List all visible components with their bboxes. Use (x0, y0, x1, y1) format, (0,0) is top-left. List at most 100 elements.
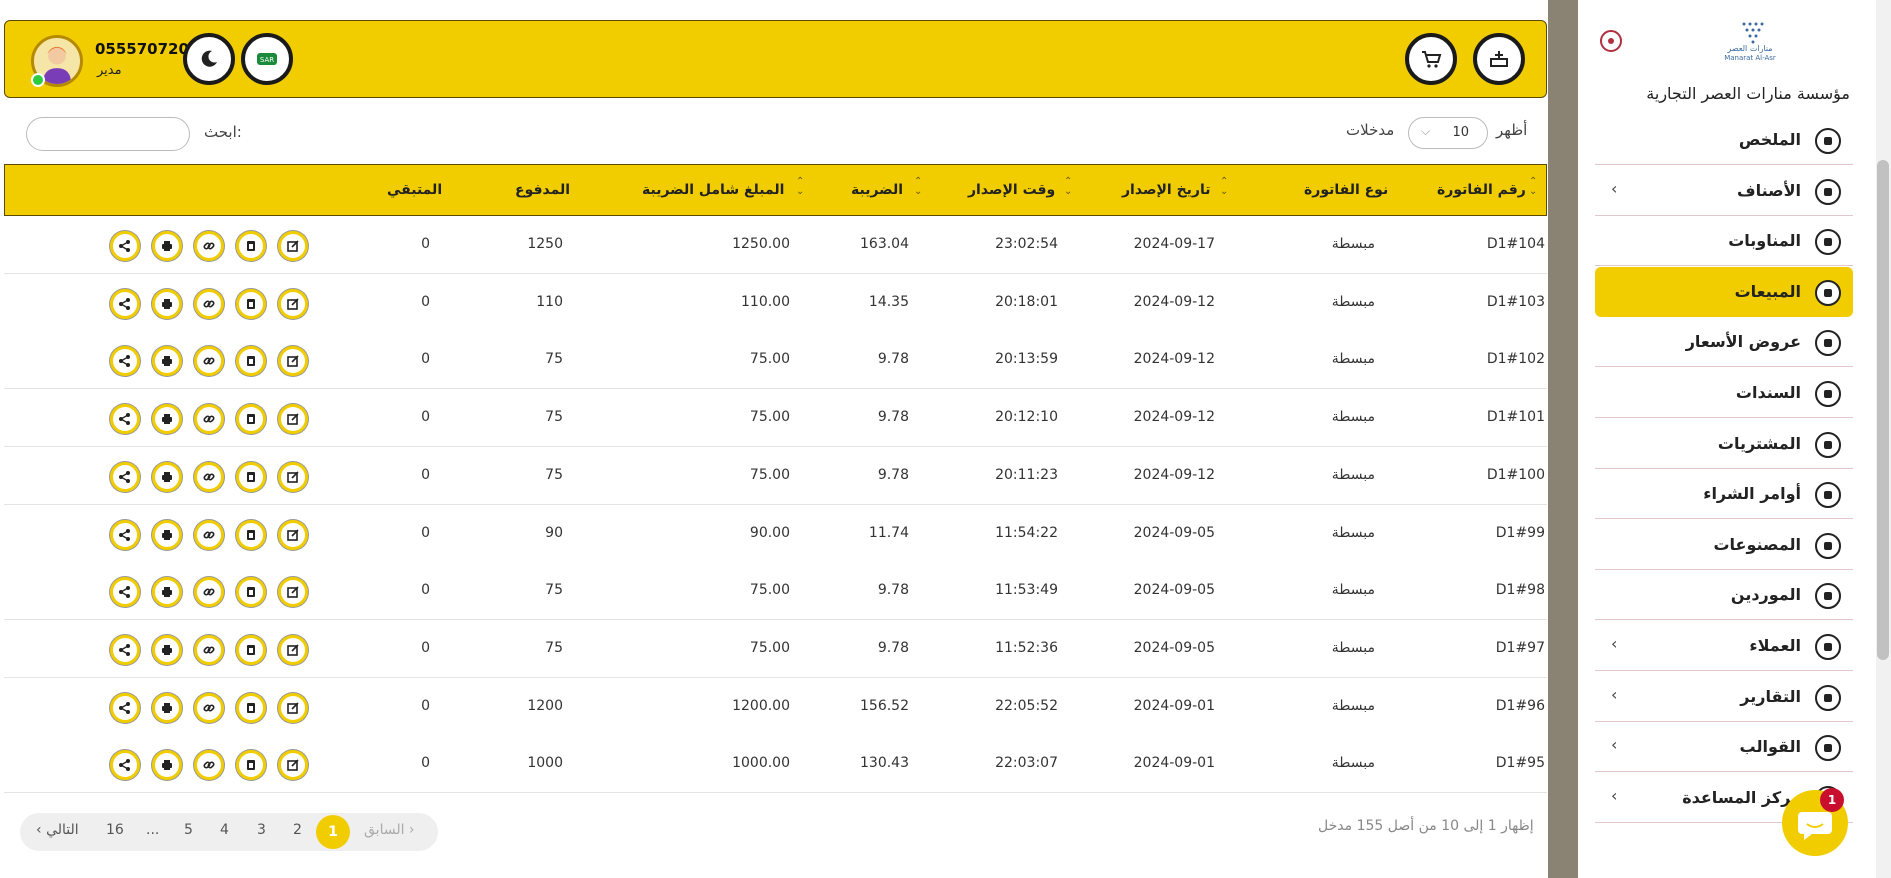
print-button[interactable] (152, 288, 182, 319)
sidebar-item-0[interactable]: الملخص (1595, 115, 1853, 165)
link-button[interactable] (194, 634, 224, 665)
link-button[interactable] (194, 692, 224, 723)
header-issue-time[interactable]: وقت الإصدار (968, 182, 1055, 198)
copy-button[interactable] (236, 404, 266, 435)
header-invoice-no[interactable]: رقم الفاتورة (1437, 182, 1526, 198)
print-button[interactable] (152, 692, 182, 723)
link-button[interactable] (194, 461, 224, 492)
sidebar-item-6[interactable]: المشتريات (1595, 419, 1853, 469)
page-3[interactable]: 3 (257, 822, 266, 838)
sort-icon[interactable]: ⌃ ⌄ (796, 177, 804, 197)
share-button[interactable] (110, 288, 140, 319)
copy-button[interactable] (236, 577, 266, 608)
entries-select[interactable]: 10 ⌵ (1408, 117, 1488, 149)
table-row[interactable]: D1#101 مبسطة 2024-09-12 20:12:10 9.78 75.00 75… (4, 389, 1547, 448)
print-button[interactable] (152, 231, 182, 261)
print-button[interactable] (152, 577, 182, 608)
copy-button[interactable] (236, 634, 266, 665)
edit-button[interactable] (278, 577, 308, 608)
page-2[interactable]: 2 (293, 822, 302, 838)
header-tax[interactable]: الضريبة (851, 182, 903, 198)
sort-icon[interactable]: ⌃ ⌄ (1529, 177, 1537, 197)
sidebar-item-2[interactable]: المناوبات (1595, 216, 1853, 267)
edit-button[interactable] (278, 288, 308, 319)
copy-button[interactable] (236, 461, 266, 492)
page-4[interactable]: 4 (220, 822, 229, 838)
link-button[interactable] (194, 346, 224, 377)
edit-button[interactable] (278, 692, 308, 723)
share-button[interactable] (110, 346, 140, 377)
sort-icon[interactable]: ⌃ ⌄ (1220, 177, 1228, 197)
header-invoice-type[interactable]: نوع الفاتورة (1304, 182, 1388, 198)
link-button[interactable] (194, 288, 224, 319)
print-button[interactable] (152, 404, 182, 435)
link-button[interactable] (194, 577, 224, 608)
sidebar-item-5[interactable]: السندات (1595, 368, 1853, 418)
sidebar-item-12[interactable]: القوالب ‹ (1595, 722, 1853, 773)
copy-button[interactable] (236, 750, 266, 781)
edit-button[interactable] (278, 519, 308, 550)
table-row[interactable]: D1#95 مبسطة 2024-09-01 22:03:07 130.43 1000.0… (4, 735, 1547, 794)
header-total-with-tax[interactable]: المبلغ شامل الضريبة (642, 182, 784, 198)
sidebar-item-8[interactable]: المصنوعات (1595, 520, 1853, 570)
dark-mode-button[interactable] (183, 33, 235, 85)
table-row[interactable]: D1#103 مبسطة 2024-09-12 20:18:01 14.35 110.00… (4, 273, 1547, 332)
print-button[interactable] (152, 750, 182, 781)
copy-button[interactable] (236, 346, 266, 377)
table-row[interactable]: D1#99 مبسطة 2024-09-05 11:54:22 11.74 90.00 90… (4, 504, 1547, 563)
link-button[interactable] (194, 231, 224, 261)
print-button[interactable] (152, 346, 182, 377)
page-16[interactable]: 16 (106, 822, 124, 838)
link-button[interactable] (194, 404, 224, 435)
scrollbar-thumb[interactable] (1877, 160, 1889, 660)
page-5[interactable]: 5 (184, 822, 193, 838)
table-row[interactable]: D1#97 مبسطة 2024-09-05 11:52:36 9.78 75.00 75 0 (4, 619, 1547, 678)
sort-icon[interactable]: ⌃ ⌄ (914, 177, 922, 197)
pos-button[interactable] (1473, 33, 1525, 85)
share-button[interactable] (110, 404, 140, 435)
share-button[interactable] (110, 577, 140, 608)
close-sidebar-icon[interactable] (1600, 30, 1622, 52)
edit-button[interactable] (278, 231, 308, 261)
share-button[interactable] (110, 692, 140, 723)
next-page-button[interactable]: ‹ التالي (36, 822, 79, 838)
print-button[interactable] (152, 519, 182, 550)
print-button[interactable] (152, 461, 182, 492)
copy-button[interactable] (236, 288, 266, 319)
share-button[interactable] (110, 231, 140, 261)
prev-page-button[interactable]: السابق › (364, 822, 415, 838)
sidebar-item-11[interactable]: التقارير ‹ (1595, 672, 1853, 722)
share-button[interactable] (110, 750, 140, 781)
edit-button[interactable] (278, 634, 308, 665)
share-button[interactable] (110, 519, 140, 550)
edit-button[interactable] (278, 404, 308, 435)
sort-icon[interactable]: ⌃ ⌄ (1064, 177, 1072, 197)
edit-button[interactable] (278, 346, 308, 377)
sidebar-item-3[interactable]: المبيعات (1595, 266, 1853, 317)
page-1-current[interactable]: 1 (316, 815, 350, 849)
header-paid[interactable]: المدفوع (515, 182, 570, 198)
edit-button[interactable] (278, 461, 308, 492)
sidebar-item-7[interactable]: أوامر الشراء (1595, 469, 1853, 520)
header-issue-date[interactable]: تاريخ الإصدار (1122, 182, 1211, 198)
sidebar-item-9[interactable]: الموردين (1595, 570, 1853, 621)
table-row[interactable]: D1#100 مبسطة 2024-09-12 20:11:23 9.78 75.00 75… (4, 446, 1547, 505)
currency-button[interactable]: SAR (241, 33, 293, 85)
table-row[interactable]: D1#98 مبسطة 2024-09-05 11:53:49 9.78 75.00 75 0 (4, 562, 1547, 621)
copy-button[interactable] (236, 519, 266, 550)
copy-button[interactable] (236, 231, 266, 261)
header-remaining[interactable]: المتبقي (387, 182, 442, 198)
edit-button[interactable] (278, 750, 308, 781)
table-row[interactable]: D1#102 مبسطة 2024-09-12 20:13:59 9.78 75.00 75… (4, 331, 1547, 390)
link-button[interactable] (194, 750, 224, 781)
sidebar-item-1[interactable]: الأصناف ‹ (1595, 166, 1853, 216)
print-button[interactable] (152, 634, 182, 665)
table-row[interactable]: D1#104 مبسطة 2024-09-17 23:02:54 163.04 1250.… (4, 216, 1547, 274)
link-button[interactable] (194, 519, 224, 550)
search-input[interactable] (26, 117, 190, 151)
copy-button[interactable] (236, 692, 266, 723)
sidebar-item-4[interactable]: عروض الأسعار (1595, 317, 1853, 368)
cart-button[interactable] (1405, 33, 1457, 85)
table-row[interactable]: D1#96 مبسطة 2024-09-01 22:05:52 156.52 1200.0… (4, 677, 1547, 736)
share-button[interactable] (110, 461, 140, 492)
